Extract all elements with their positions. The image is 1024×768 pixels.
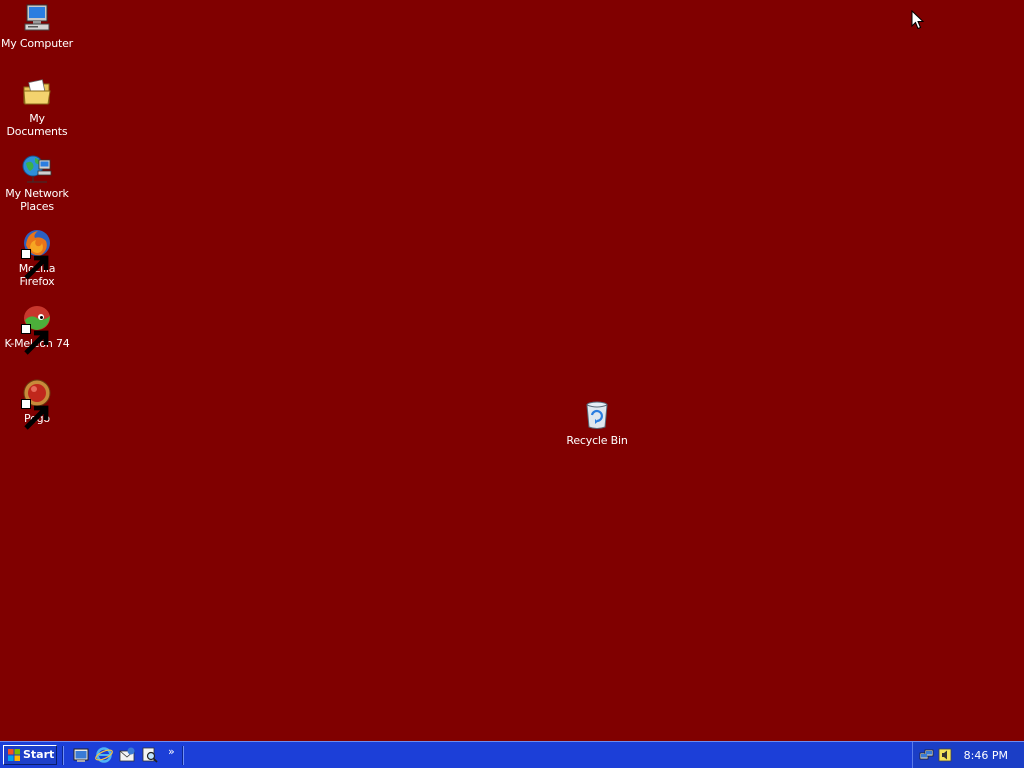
mouse-cursor-icon [911,10,925,30]
desktop-icon-k-meleon[interactable]: K-Meleon 74 [0,302,74,355]
quick-launch-outlook-express[interactable] [118,746,136,764]
desktop-icon-mozilla-firefox[interactable]: Mozilla Firefox [0,227,74,288]
taskbar-separator [62,746,64,765]
network-places-icon [21,152,53,184]
desktop-icon-pego[interactable]: Pego [0,377,74,430]
show-desktop-icon [73,748,89,762]
taskbar: Start » 8:46 PM [0,741,1024,768]
quick-launch-search[interactable] [141,746,159,764]
recycle-bin-icon [581,399,613,431]
outlook-express-icon [119,747,135,762]
windows-flag-icon [8,749,20,761]
desktop[interactable]: My Computer My Documents My Network Plac… [0,0,1024,741]
quick-launch-show-desktop[interactable] [72,746,90,764]
pego-icon [21,377,53,430]
firefox-icon [21,227,53,280]
quick-launch-more-button[interactable]: » [168,745,175,759]
start-label: Start [23,748,55,761]
my-documents-icon [21,77,53,109]
shortcut-arrow-icon [21,399,49,430]
search-icon [142,747,158,763]
desktop-icon-my-network-places[interactable]: My Network Places [0,152,74,213]
desktop-icon-label: Recycle Bin [566,434,628,447]
desktop-icon-my-documents[interactable]: My Documents [0,77,74,138]
shortcut-arrow-icon [21,249,49,280]
taskbar-separator [182,746,184,765]
system-tray: 8:46 PM [912,742,1024,768]
speaker-tray-icon[interactable] [937,747,953,763]
quick-launch-internet-explorer[interactable] [95,746,113,764]
clock[interactable]: 8:46 PM [964,749,1008,762]
desktop-icon-my-computer[interactable]: My Computer [0,2,74,50]
desktop-icon-recycle-bin[interactable]: Recycle Bin [560,399,634,447]
k-meleon-icon [21,302,53,355]
desktop-icon-label: My Network Places [5,187,69,213]
my-computer-icon [21,2,53,34]
internet-explorer-icon [95,747,113,763]
shortcut-arrow-icon [21,324,49,355]
desktop-icon-label: My Documents [6,112,68,138]
network-tray-icon[interactable] [919,747,935,763]
desktop-icon-label: My Computer [1,37,73,50]
start-button[interactable]: Start [3,745,57,765]
